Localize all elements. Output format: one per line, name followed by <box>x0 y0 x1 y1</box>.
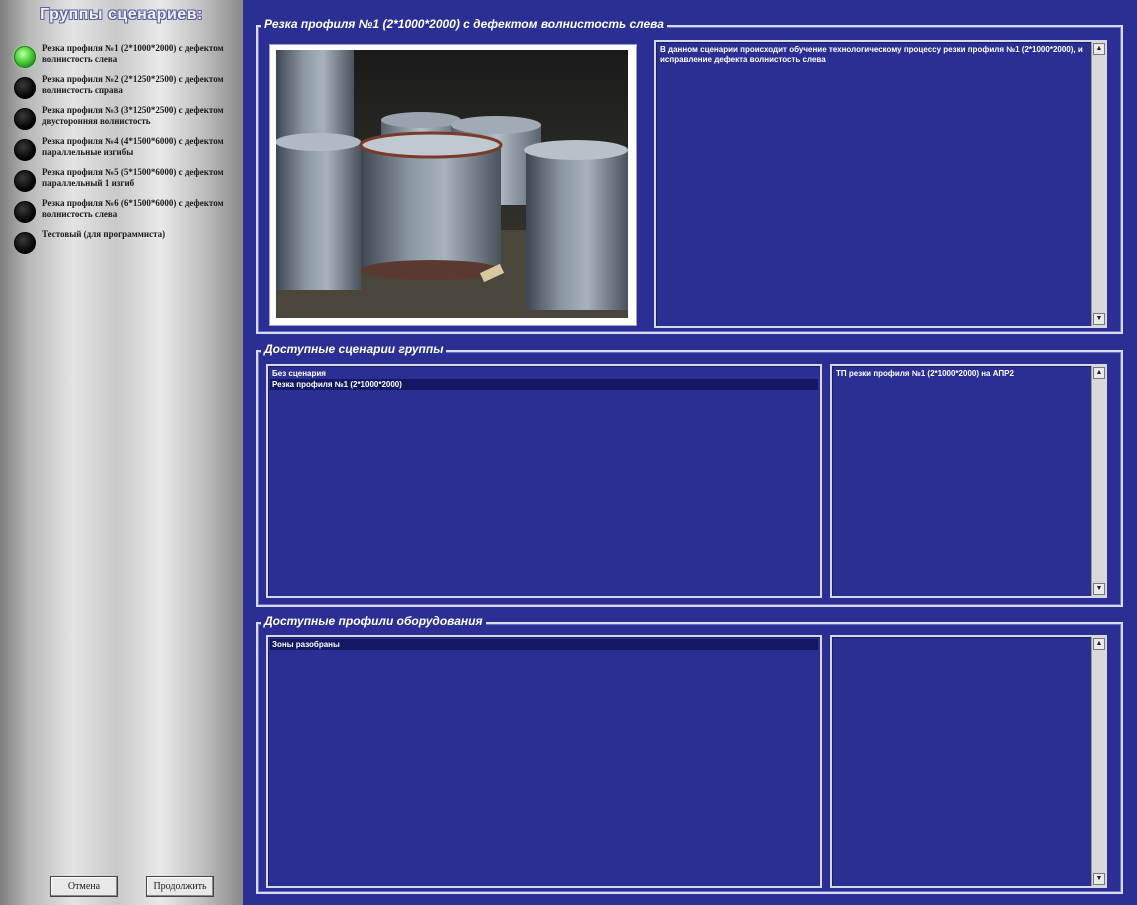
group-item-label: Резка профиля №6 (6*1500*6000) с дефекто… <box>42 198 224 219</box>
scrollbar[interactable]: ▲ ▼ <box>1091 637 1105 886</box>
group-item-label: Резка профиля №2 (2*1250*2500) с дефекто… <box>42 74 224 95</box>
group-item[interactable]: Резка профиля №6 (6*1500*6000) с дефекто… <box>14 198 240 223</box>
scroll-down-icon[interactable]: ▼ <box>1093 873 1105 885</box>
scenarios-list[interactable]: Без сценария Резка профиля №1 (2*1000*20… <box>266 364 822 598</box>
scenario-description: В данном сценарии происходит обучение те… <box>660 45 1083 64</box>
scroll-up-icon[interactable]: ▲ <box>1093 43 1105 55</box>
group-item[interactable]: Резка профиля №2 (2*1250*2500) с дефекто… <box>14 74 240 99</box>
equipment-list[interactable]: Зоны разобраны <box>266 635 822 888</box>
continue-button[interactable]: Продолжить <box>146 876 214 897</box>
group-item-label: Резка профиля №5 (5*1500*6000) с дефекто… <box>42 167 224 188</box>
scenario-description-box[interactable]: В данном сценарии происходит обучение те… <box>654 40 1107 328</box>
sidebar-title: Группы сценариев: <box>40 6 203 23</box>
group-item-label: Резка профиля №1 (2*1000*2000) с дефекто… <box>42 43 224 64</box>
group-item[interactable]: Резка профиля №1 (2*1000*2000) с дефекто… <box>14 43 240 68</box>
status-indicator-active-icon <box>14 46 36 68</box>
status-indicator-icon <box>14 232 36 254</box>
scroll-down-icon[interactable]: ▼ <box>1093 583 1105 595</box>
list-item-selected[interactable]: Резка профиля №1 (2*1000*2000) <box>270 379 818 390</box>
group-item-label: Резка профиля №4 (4*1500*6000) с дефекто… <box>42 136 224 157</box>
equipment-panel-title: Доступные профили оборудования <box>261 614 486 628</box>
status-indicator-icon <box>14 201 36 223</box>
scroll-up-icon[interactable]: ▲ <box>1093 367 1105 379</box>
scenario-photo-frame <box>269 44 637 326</box>
cancel-button[interactable]: Отмена <box>50 876 118 897</box>
scroll-down-icon[interactable]: ▼ <box>1093 313 1105 325</box>
group-item[interactable]: Резка профиля №3 (3*1250*2500) с дефекто… <box>14 105 240 130</box>
status-indicator-icon <box>14 77 36 99</box>
scenarios-panel-title: Доступные сценарии группы <box>261 342 447 356</box>
group-item-label: Резка профиля №3 (3*1250*2500) с дефекто… <box>42 105 224 126</box>
group-item-label: Тестовый (для программиста) <box>42 229 166 239</box>
group-item[interactable]: Тестовый (для программиста) <box>14 229 240 254</box>
group-item[interactable]: Резка профиля №4 (4*1500*6000) с дефекто… <box>14 136 240 161</box>
equipment-info-box[interactable]: ▲ ▼ <box>830 635 1107 888</box>
status-indicator-icon <box>14 139 36 161</box>
scenario-panel-title: Резка профиля №1 (2*1000*2000) с дефекто… <box>261 17 667 31</box>
status-indicator-icon <box>14 170 36 192</box>
scroll-up-icon[interactable]: ▲ <box>1093 638 1105 650</box>
sidebar: Группы сценариев: Резка профиля №1 (2*10… <box>0 0 243 905</box>
group-item[interactable]: Резка профиля №5 (5*1500*6000) с дефекто… <box>14 167 240 192</box>
scrollbar[interactable]: ▲ ▼ <box>1091 366 1105 596</box>
scrollbar[interactable]: ▲ ▼ <box>1091 42 1105 326</box>
scenario-info-box[interactable]: ТП резки профиля №1 (2*1000*2000) на АПР… <box>830 364 1107 598</box>
list-item-selected[interactable]: Зоны разобраны <box>270 639 818 650</box>
status-indicator-icon <box>14 108 36 130</box>
group-list: Резка профиля №1 (2*1000*2000) с дефекто… <box>14 43 240 254</box>
scenario-info: ТП резки профиля №1 (2*1000*2000) на АПР… <box>836 369 1014 378</box>
scenario-photo <box>276 50 628 318</box>
list-item[interactable]: Без сценария <box>270 368 818 379</box>
